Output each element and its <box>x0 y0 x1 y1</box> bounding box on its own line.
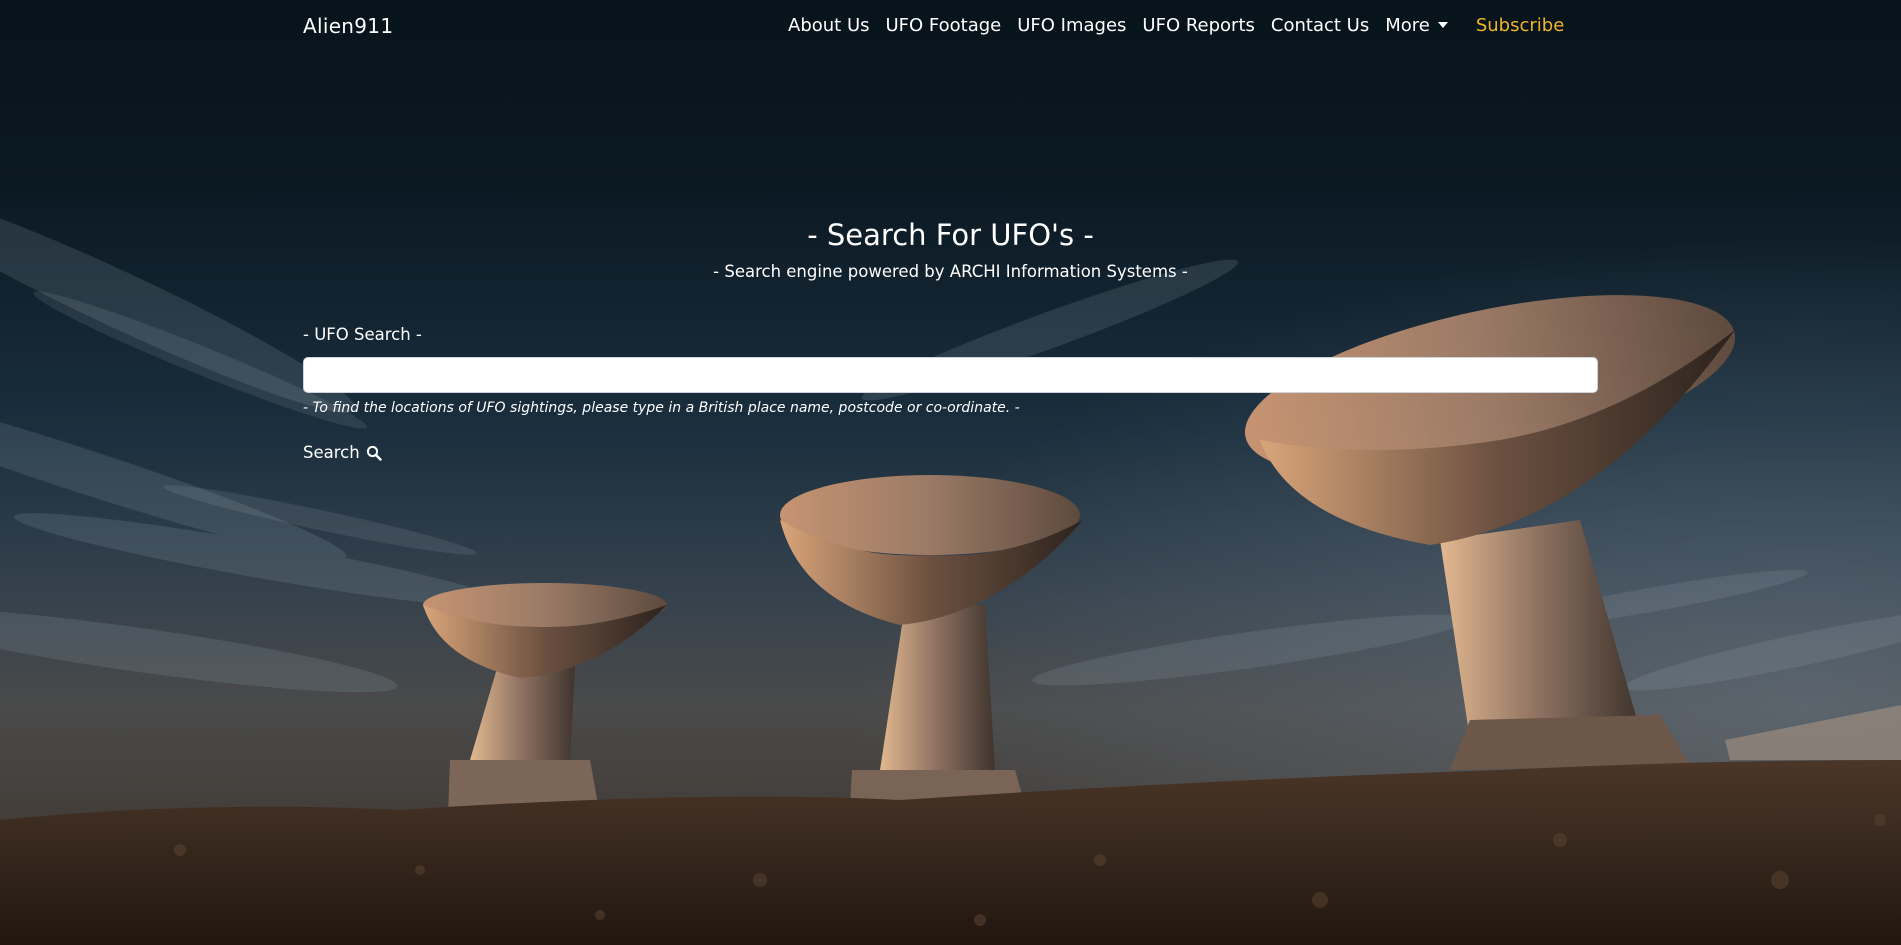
navbar: Alien911 About Us UFO Footage UFO Images… <box>0 0 1901 56</box>
search-label: - UFO Search - <box>303 325 422 344</box>
nav-link-ufo-footage[interactable]: UFO Footage <box>878 15 1010 36</box>
brand-logo[interactable]: Alien911 <box>303 14 393 38</box>
more-label: More <box>1385 15 1430 36</box>
page-subtitle: - Search engine powered by ARCHI Informa… <box>713 262 1188 281</box>
search-input[interactable] <box>303 357 1598 393</box>
nav-dropdown-more[interactable]: More <box>1377 15 1456 36</box>
nav-link-contact-us[interactable]: Contact Us <box>1263 15 1377 36</box>
subscribe-link[interactable]: Subscribe <box>1468 15 1572 36</box>
caret-down-icon <box>1437 22 1448 28</box>
search-button[interactable]: Search <box>303 443 382 462</box>
background-image <box>0 0 1901 945</box>
nav-link-ufo-images[interactable]: UFO Images <box>1009 15 1134 36</box>
search-help-text: - To find the locations of UFO sightings… <box>303 400 1020 416</box>
page-title: - Search For UFO's - <box>807 218 1094 252</box>
nav-link-ufo-reports[interactable]: UFO Reports <box>1134 15 1262 36</box>
nav-link-about-us[interactable]: About Us <box>780 15 878 36</box>
nav-links: About Us UFO Footage UFO Images UFO Repo… <box>780 15 1572 36</box>
search-icon <box>366 445 382 461</box>
search-button-label: Search <box>303 443 360 462</box>
page: Alien911 About Us UFO Footage UFO Images… <box>0 0 1901 945</box>
